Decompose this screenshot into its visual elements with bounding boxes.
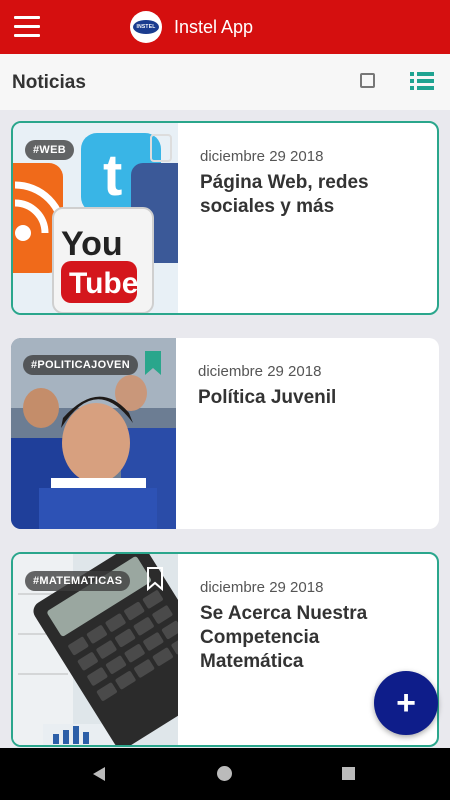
add-news-button[interactable]: +: [374, 671, 438, 735]
logo-text: INSTEL: [133, 20, 159, 34]
recent-apps-icon[interactable]: [342, 767, 355, 780]
plus-icon: +: [396, 683, 416, 722]
news-card-matematicas[interactable]: #MATEMATICAS diciembre 29 2018 Se Acerca…: [11, 552, 439, 747]
section-header: Noticias: [0, 54, 450, 110]
news-title[interactable]: Página Web, redes sociales y más: [200, 171, 420, 219]
app-bar: INSTEL Instel App: [0, 0, 450, 54]
home-icon[interactable]: [217, 766, 232, 781]
hamburger-icon[interactable]: [14, 16, 40, 38]
news-date: diciembre 29 2018: [198, 363, 322, 380]
bookmark-filled-icon[interactable]: [144, 351, 162, 375]
news-tag[interactable]: #WEB: [25, 140, 74, 160]
back-icon[interactable]: [92, 766, 106, 782]
list-view-icon[interactable]: [410, 72, 434, 90]
news-title[interactable]: Política Juvenil: [198, 386, 418, 410]
news-date: diciembre 29 2018: [200, 579, 324, 596]
news-title[interactable]: Se Acerca Nuestra Competencia Matemática: [200, 602, 420, 674]
news-tag[interactable]: #POLITICAJOVEN: [23, 355, 138, 375]
news-card-web[interactable]: t You Tube #WEB diciembre 29 2018 Página…: [11, 121, 439, 315]
app-title: Instel App: [174, 17, 254, 37]
svg-text:You: You: [61, 225, 123, 263]
svg-text:Tube: Tube: [69, 267, 138, 300]
instel-logo: INSTEL: [130, 11, 162, 43]
news-date: diciembre 29 2018: [200, 148, 324, 165]
section-title: Noticias: [12, 72, 86, 93]
select-checkbox-icon[interactable]: [360, 73, 375, 88]
news-card-politica[interactable]: #POLITICAJOVEN diciembre 29 2018 Polític…: [11, 338, 439, 529]
bookmark-outline-icon[interactable]: [146, 567, 164, 591]
news-tag[interactable]: #MATEMATICAS: [25, 571, 131, 591]
svg-text:t: t: [103, 143, 122, 208]
